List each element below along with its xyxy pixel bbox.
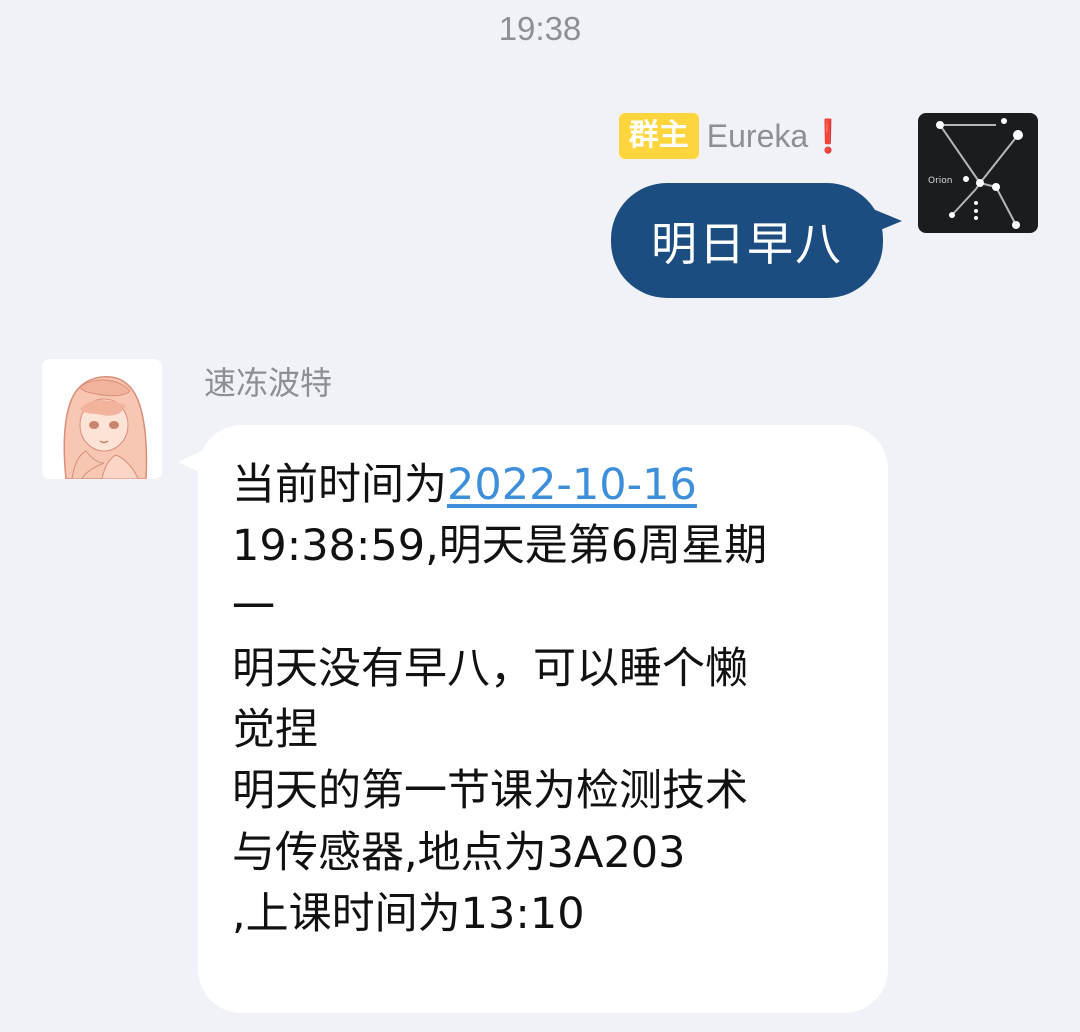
bubble-tail-outgoing [868, 207, 902, 235]
avatar-sudongbote[interactable] [42, 359, 162, 479]
group-owner-badge: 群主 [618, 113, 699, 159]
message-text-incoming: 当前时间为2022-10-16 19:38:59,明天是第6周星期 一 明天没有… [232, 455, 862, 945]
sender-name-eureka[interactable]: Eureka❗ [707, 117, 848, 155]
anime-girl-avatar-icon [42, 359, 162, 479]
message-line: 明天的第一节课为检测技术 [232, 766, 748, 817]
message-line: 一 [232, 582, 275, 633]
message-text-outgoing: 明日早八 [651, 216, 843, 271]
orion-constellation-icon: Orion [928, 118, 1023, 229]
message-line: 19:38:59,明天是第6周星期 [232, 521, 768, 572]
date-link[interactable]: 2022-10-16 [447, 460, 697, 510]
message-line: ,上课时间为13:10 [232, 889, 585, 940]
message-bubble-outgoing[interactable]: 明日早八 [611, 183, 883, 298]
message-line-text: 当前时间为 [232, 460, 447, 510]
avatar-eureka[interactable]: Orion [918, 113, 1038, 233]
message-timestamp: 19:38 [498, 10, 582, 47]
message-line: 觉捏 [232, 705, 318, 756]
avatar-caption: Orion [928, 176, 953, 186]
message-line: 明天没有早八，可以睡个懒 [232, 643, 748, 694]
sender-name-sudongbote[interactable]: 速冻波特 [204, 358, 332, 404]
sender-row-owner: 群主 Eureka❗ [618, 113, 848, 159]
bubble-tail-incoming [178, 448, 208, 476]
message-line: 与传感器,地点为3A203 [232, 827, 686, 878]
message-line: 当前时间为2022-10-16 [232, 455, 862, 516]
